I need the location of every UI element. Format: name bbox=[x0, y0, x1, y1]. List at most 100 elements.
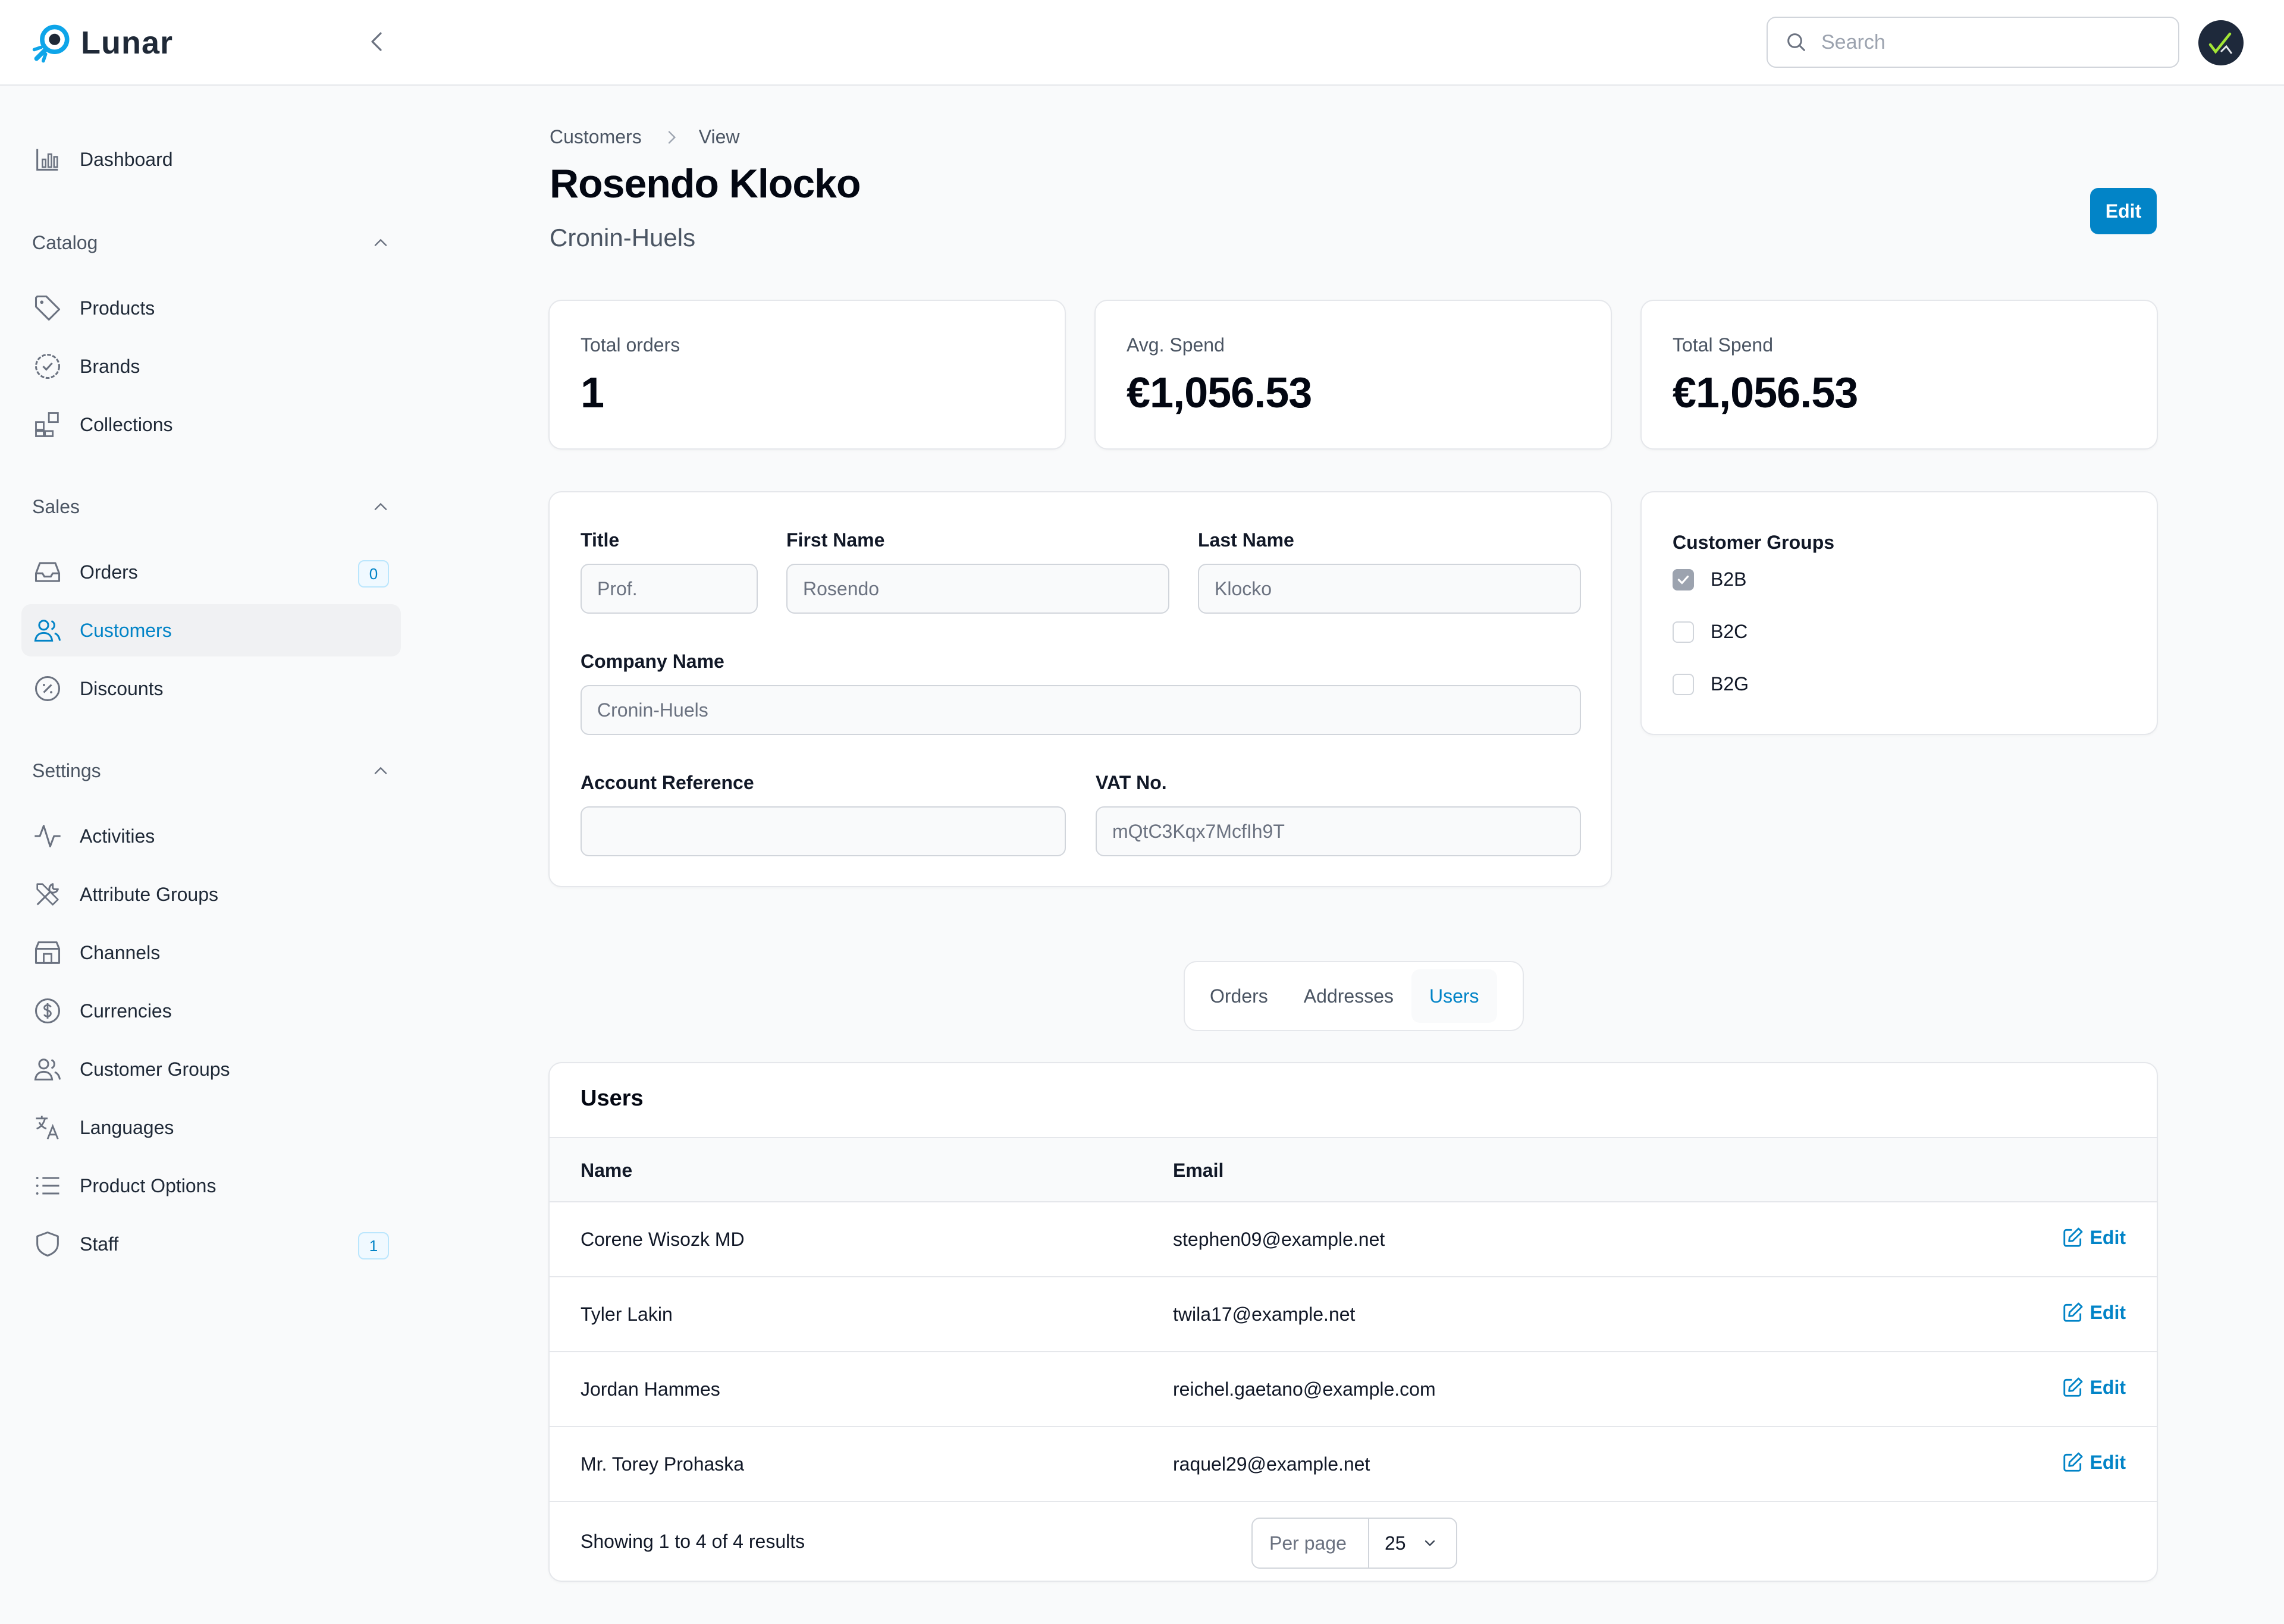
sidebar-group-catalog[interactable]: Catalog bbox=[32, 225, 389, 260]
edit-label: Edit bbox=[2090, 1376, 2126, 1398]
search-icon bbox=[1787, 33, 1805, 51]
page-title: Rosendo Klocko bbox=[550, 161, 861, 206]
tag-icon bbox=[34, 295, 61, 321]
first-name-field[interactable] bbox=[786, 564, 1169, 614]
table-row: Jordan Hammes reichel.gaetano@example.co… bbox=[550, 1352, 2157, 1427]
sidebar-item-staff[interactable]: Staff 1 bbox=[21, 1218, 401, 1270]
table-row: Corene Wisozk MD stephen09@example.net E… bbox=[550, 1202, 2157, 1277]
table-row: Tyler Lakin twila17@example.net Edit bbox=[550, 1277, 2157, 1352]
sidebar-item-languages[interactable]: Languages bbox=[21, 1101, 401, 1154]
customer-group-option-b2b[interactable]: B2B bbox=[1673, 568, 1746, 590]
sidebar-item-label: Channels bbox=[80, 941, 161, 963]
column-header-name[interactable]: Name bbox=[581, 1160, 632, 1182]
title-field[interactable] bbox=[581, 564, 758, 614]
stat-label: Total Spend bbox=[1673, 334, 1774, 356]
sidebar-item-label: Brands bbox=[80, 355, 140, 377]
chevron-right-icon bbox=[668, 130, 676, 144]
chevron-left-icon bbox=[371, 32, 382, 51]
checkbox-checked[interactable] bbox=[1673, 568, 1694, 590]
sidebar-item-attribute-groups[interactable]: Attribute Groups bbox=[21, 868, 401, 921]
sidebar-item-label: Attribute Groups bbox=[80, 883, 218, 905]
sidebar-item-channels[interactable]: Channels bbox=[21, 926, 401, 979]
top-bar: Lunar bbox=[0, 0, 2284, 86]
sidebar-item-orders[interactable]: Orders 0 bbox=[21, 546, 401, 598]
user-name-cell: Tyler Lakin bbox=[581, 1303, 673, 1325]
edit-user-button[interactable]: Edit bbox=[2062, 1301, 2126, 1324]
avatar-image bbox=[2208, 32, 2233, 54]
sidebar-item-customer-groups[interactable]: Customer Groups bbox=[21, 1043, 401, 1095]
sidebar-item-label: Customer Groups bbox=[80, 1058, 230, 1080]
sidebar-item-label: Product Options bbox=[80, 1174, 217, 1196]
stat-value: €1,056.53 bbox=[1673, 369, 1858, 417]
table-header-row: Name Email bbox=[550, 1137, 2157, 1202]
stat-value: €1,056.53 bbox=[1127, 369, 1312, 417]
sidebar-item-currencies[interactable]: Currencies bbox=[21, 985, 401, 1037]
vat-no-field[interactable] bbox=[1096, 806, 1581, 856]
tab-users[interactable]: Users bbox=[1411, 969, 1497, 1023]
customer-group-option-b2c[interactable]: B2C bbox=[1673, 621, 1747, 643]
inbox-icon bbox=[34, 562, 61, 582]
collapse-sidebar-button[interactable] bbox=[363, 27, 391, 56]
sidebar-item-customers[interactable]: Customers bbox=[21, 604, 401, 656]
tab-addresses[interactable]: Addresses bbox=[1286, 969, 1411, 1023]
user-name-cell: Jordan Hammes bbox=[581, 1378, 720, 1400]
sidebar-item-brands[interactable]: Brands bbox=[21, 340, 401, 392]
wrench-screwdriver-icon bbox=[36, 883, 59, 906]
lunar-logo[interactable]: Lunar bbox=[30, 20, 173, 65]
sidebar-item-activities[interactable]: Activities bbox=[21, 810, 401, 862]
squares-plus-icon bbox=[35, 412, 59, 437]
sidebar-item-label: Currencies bbox=[80, 1000, 172, 1022]
company-name-label: Company Name bbox=[581, 651, 724, 672]
users-table-title: Users bbox=[581, 1086, 644, 1111]
edit-label: Edit bbox=[2090, 1301, 2126, 1323]
first-name-label: First Name bbox=[786, 529, 885, 551]
chevron-up-icon bbox=[374, 238, 387, 246]
sidebar-group-settings[interactable]: Settings bbox=[32, 753, 389, 789]
account-reference-field[interactable] bbox=[581, 806, 1066, 856]
chevron-down-icon bbox=[1425, 1540, 1435, 1547]
user-email-cell: stephen09@example.net bbox=[1173, 1229, 1385, 1250]
customer-details-form: Title First Name Last Name Company Name … bbox=[548, 491, 1612, 887]
page-subtitle: Cronin-Huels bbox=[550, 224, 696, 252]
per-page-select[interactable]: Per page 25 bbox=[1251, 1518, 1457, 1569]
customer-group-option-b2g[interactable]: B2G bbox=[1673, 673, 1749, 695]
edit-user-button[interactable]: Edit bbox=[2062, 1226, 2126, 1249]
user-email-cell: twila17@example.net bbox=[1173, 1303, 1356, 1325]
lunar-logo-icon bbox=[32, 24, 70, 63]
sidebar-item-products[interactable]: Products bbox=[21, 282, 401, 334]
language-icon bbox=[36, 1116, 59, 1140]
user-name-cell: Corene Wisozk MD bbox=[581, 1229, 745, 1250]
checkbox[interactable] bbox=[1673, 673, 1694, 695]
edit-customer-button[interactable]: Edit bbox=[2090, 188, 2157, 234]
user-avatar[interactable] bbox=[2198, 20, 2244, 65]
breadcrumb: Customers View bbox=[550, 126, 739, 148]
user-name-cell: Mr. Torey Prohaska bbox=[581, 1453, 745, 1475]
checkbox[interactable] bbox=[1673, 621, 1694, 643]
sidebar-group-label: Settings bbox=[32, 759, 101, 781]
pencil-square-icon bbox=[2063, 1227, 2083, 1247]
check-icon bbox=[1677, 575, 1689, 585]
breadcrumb-customers[interactable]: Customers bbox=[550, 126, 642, 148]
chevron-up-icon bbox=[374, 502, 387, 510]
per-page-value[interactable]: 25 bbox=[1369, 1532, 1438, 1554]
tab-orders[interactable]: Orders bbox=[1192, 969, 1286, 1023]
users-table-card: Users Name Email Corene Wisozk MD stephe… bbox=[548, 1062, 2158, 1582]
badge-check-icon bbox=[34, 353, 61, 379]
shield-icon bbox=[36, 1231, 59, 1257]
edit-user-button[interactable]: Edit bbox=[2062, 1451, 2126, 1474]
sidebar-item-discounts[interactable]: Discounts bbox=[21, 662, 401, 715]
last-name-field[interactable] bbox=[1198, 564, 1581, 614]
storefront-icon bbox=[34, 941, 61, 964]
company-name-field[interactable] bbox=[581, 685, 1581, 735]
sidebar-item-product-options[interactable]: Product Options bbox=[21, 1160, 401, 1212]
sidebar-item-collections[interactable]: Collections bbox=[21, 398, 401, 451]
sidebar-item-dashboard[interactable]: Dashboard bbox=[21, 133, 401, 186]
search-box[interactable] bbox=[1767, 17, 2179, 68]
sidebar-group-sales[interactable]: Sales bbox=[32, 489, 389, 524]
search-input[interactable] bbox=[1820, 30, 2153, 55]
edit-user-button[interactable]: Edit bbox=[2062, 1376, 2126, 1399]
pagination-summary: Showing 1 to 4 of 4 results bbox=[581, 1531, 805, 1552]
column-header-email[interactable]: Email bbox=[1173, 1160, 1223, 1182]
staff-count-badge: 1 bbox=[358, 1232, 389, 1259]
sidebar-item-label: Discounts bbox=[80, 677, 164, 699]
